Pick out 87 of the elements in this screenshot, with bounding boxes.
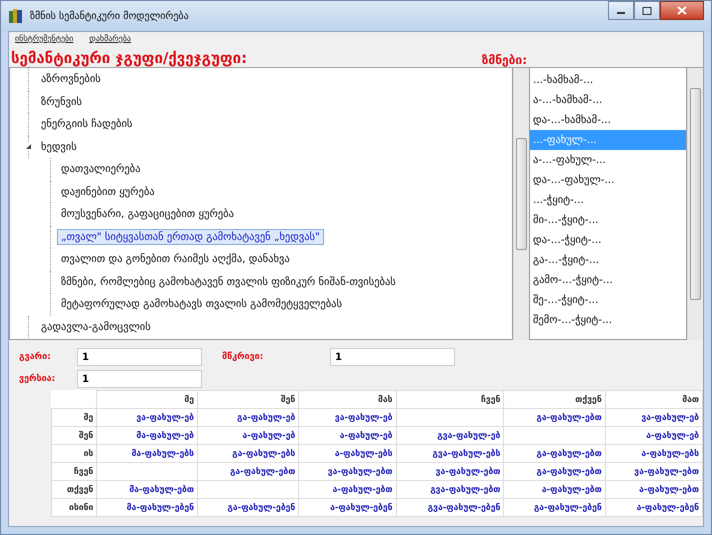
field-label: ვერსია: bbox=[19, 374, 56, 384]
scrollbar[interactable] bbox=[513, 68, 529, 340]
table-cell: გა-ფახულ-ებენ bbox=[198, 498, 299, 516]
table-cell: გა-ფახულ-ებს bbox=[198, 444, 299, 462]
table-cell: მა-ფახულ-ებ bbox=[96, 426, 198, 444]
verb-item[interactable]: გამო-...-ჭყიტ-... bbox=[530, 270, 686, 290]
table-cell: მა-ფახულ-ებენ bbox=[96, 498, 198, 516]
table-cell: გა-ფახულ-ებ bbox=[198, 408, 299, 426]
table-cell: მა-ფახულ-ებთ bbox=[96, 480, 198, 498]
tree-item[interactable]: ზრუნვის bbox=[37, 94, 86, 110]
verb-item[interactable]: შე-...-ჭყიტ-... bbox=[530, 290, 686, 310]
group-heading: სემანტიკური ჯგუფი/ქვეჯგუფი: bbox=[11, 49, 248, 67]
table-cell: ა-ფახულ-ებ bbox=[198, 426, 299, 444]
table-cell: ვა-ფახულ-ებთ bbox=[396, 462, 504, 480]
verb-item[interactable]: მი-...-ჭყიტ-... bbox=[530, 210, 686, 230]
table-cell: გა-ფახულ-ებთ bbox=[198, 462, 299, 480]
tree-item[interactable]: ენერგიის ჩადების bbox=[37, 116, 136, 132]
verb-item[interactable]: ა-...-ხამხამ-... bbox=[530, 90, 686, 110]
tree-item[interactable]: გადავლა-გამოცვლის bbox=[37, 318, 155, 335]
verb-item[interactable]: ა-...-ფახულ-... bbox=[530, 150, 686, 170]
input-field[interactable]: 1 bbox=[77, 370, 202, 388]
menu-item[interactable]: დახმარება bbox=[89, 34, 131, 43]
books-icon bbox=[8, 8, 24, 24]
tree-item[interactable]: მოუსვენარი, გაფაციცებით ყურება bbox=[57, 206, 238, 222]
tree-item[interactable]: ხედვის bbox=[37, 138, 81, 155]
tree-item[interactable]: აზროვნების bbox=[37, 71, 105, 88]
table-cell: მა-ფახულ-ებს bbox=[96, 444, 198, 462]
column-header: ჩვენ bbox=[396, 390, 504, 408]
table-cell: გა-ფახულ-ებენ bbox=[504, 498, 606, 516]
tree-item[interactable]: მეტაფორულად გამოხატავს თვალის გამომეტყველებას bbox=[57, 296, 346, 312]
row-header: თქვენ bbox=[52, 480, 97, 498]
row-header: ჩვენ bbox=[52, 462, 97, 480]
field-label: გვარი: bbox=[19, 352, 52, 362]
table-cell: გვა-ფახულ-ებენ bbox=[396, 498, 504, 516]
verb-item[interactable]: და-...-ფახულ-... bbox=[530, 170, 686, 190]
input-field[interactable]: 1 bbox=[330, 348, 455, 366]
window-title: ზმნის სემანტიკური მოდელირება bbox=[30, 10, 189, 22]
menu-item[interactable]: ინსტრუმენტები bbox=[15, 34, 74, 43]
row-header: ისინი bbox=[52, 498, 97, 516]
table-cell: ა-ფახულ-ებს bbox=[298, 444, 396, 462]
table-cell: ვა-ფახულ-ებთ bbox=[298, 462, 396, 480]
table-cell: ვა-ფახულ-ებ bbox=[298, 408, 396, 426]
minimize-button[interactable] bbox=[608, 1, 634, 20]
row-header: ის bbox=[52, 444, 97, 462]
tree-item[interactable]: თვალით და გონებით რაიმეს აღქმა, დანახვა bbox=[57, 251, 294, 268]
table-cell: ა-ფახულ-ებთ bbox=[605, 480, 702, 498]
tree-item[interactable]: დაჟინებით ყურება bbox=[57, 184, 159, 200]
table-cell: გვა-ფახულ-ებს bbox=[396, 444, 504, 462]
column-header: შენ bbox=[198, 390, 299, 408]
verb-item[interactable]: და-...-ხამხამ-... bbox=[530, 110, 686, 130]
table-cell: ვა-ფახულ-ებთ bbox=[605, 462, 702, 480]
verb-item[interactable]: და-...-ჭყიტ-... bbox=[530, 230, 686, 250]
table-cell: გა-ფახულ-ებთ bbox=[504, 444, 606, 462]
column-header: თქვენ bbox=[504, 390, 606, 408]
table-cell: ა-ფახულ-ებს bbox=[605, 444, 702, 462]
table-cell: ვა-ფახულ-ებ bbox=[605, 408, 702, 426]
table-cell: ა-ფახულ-ებენ bbox=[298, 498, 396, 516]
verb-item[interactable]: ...-ჭყიტ-... bbox=[530, 190, 686, 210]
tree-item[interactable]: ზმნები, რომლებიც გამოხატავენ თვალის ფიზიკურ ნიშან-თვისებას bbox=[57, 274, 400, 290]
row-header: მე bbox=[52, 408, 97, 426]
maximize-button[interactable] bbox=[634, 1, 660, 20]
table-cell: ა-ფახულ-ებთ bbox=[298, 480, 396, 498]
table-cell: ვა-ფახულ-ებ bbox=[96, 408, 198, 426]
tree-item[interactable]: „თვალ" სიტყვასთან ერთად გამოხატავენ „ხედვას" bbox=[57, 228, 324, 245]
verbs-heading: ზმნები: bbox=[482, 53, 527, 67]
column-header: მას bbox=[298, 390, 396, 408]
tree-item[interactable]: დათვალიერება bbox=[57, 161, 144, 178]
column-header: მე bbox=[96, 390, 198, 408]
verb-item[interactable]: გა-...-ჭყიტ-... bbox=[530, 250, 686, 270]
row-header: შენ bbox=[52, 426, 97, 444]
table-cell: ა-ფახულ-ებთ bbox=[504, 480, 606, 498]
close-button[interactable] bbox=[660, 1, 704, 20]
input-field[interactable]: 1 bbox=[77, 348, 202, 366]
table-cell: ა-ფახულ-ებ bbox=[298, 426, 396, 444]
verb-item[interactable]: შემო-...-ჭყიტ-... bbox=[530, 310, 686, 330]
table-cell: ა-ფახულ-ებ bbox=[605, 426, 702, 444]
table-cell: გვა-ფახულ-ებ bbox=[396, 426, 504, 444]
verb-item[interactable]: ...-ხამხამ-... bbox=[530, 70, 686, 90]
table-cell: გვა-ფახულ-ებთ bbox=[396, 480, 504, 498]
field-label: მწკრივი: bbox=[222, 352, 264, 362]
scrollbar[interactable] bbox=[687, 68, 703, 340]
table-cell: გა-ფახულ-ებთ bbox=[504, 462, 606, 480]
column-header: მათ bbox=[605, 390, 702, 408]
table-cell: ა-ფახულ-ებენ bbox=[605, 498, 702, 516]
table-cell: გა-ფახულ-ებთ bbox=[504, 408, 606, 426]
maximize-icon bbox=[642, 6, 652, 14]
close-icon bbox=[677, 6, 687, 15]
